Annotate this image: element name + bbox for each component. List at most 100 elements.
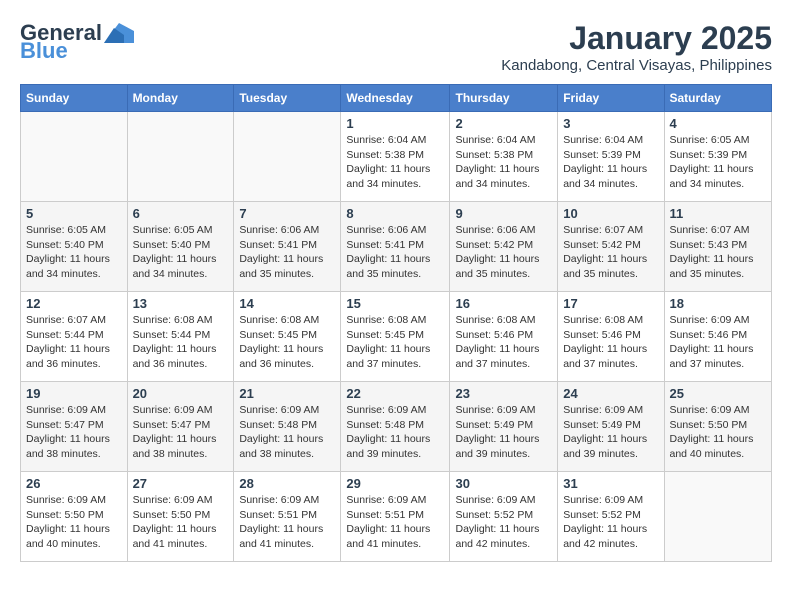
calendar-cell: 29 Sunrise: 6:09 AM Sunset: 5:51 PM Dayli… — [341, 472, 450, 562]
day-info: Sunrise: 6:08 AM Sunset: 5:44 PM Dayligh… — [133, 313, 229, 372]
calendar-week-5: 26 Sunrise: 6:09 AM Sunset: 5:50 PM Dayli… — [21, 472, 772, 562]
calendar-cell — [127, 112, 234, 202]
calendar-cell: 16 Sunrise: 6:08 AM Sunset: 5:46 PM Dayli… — [450, 292, 558, 382]
day-number: 16 — [455, 296, 552, 311]
day-info: Sunrise: 6:09 AM Sunset: 5:51 PM Dayligh… — [346, 493, 444, 552]
day-number: 24 — [563, 386, 658, 401]
day-number: 21 — [239, 386, 335, 401]
calendar-cell: 28 Sunrise: 6:09 AM Sunset: 5:51 PM Dayli… — [234, 472, 341, 562]
calendar-cell: 4 Sunrise: 6:05 AM Sunset: 5:39 PM Daylig… — [664, 112, 772, 202]
day-info: Sunrise: 6:09 AM Sunset: 5:51 PM Dayligh… — [239, 493, 335, 552]
logo-blue-text: Blue — [20, 38, 68, 64]
day-number: 2 — [455, 116, 552, 131]
calendar-cell: 25 Sunrise: 6:09 AM Sunset: 5:50 PM Dayli… — [664, 382, 772, 472]
day-number: 26 — [26, 476, 122, 491]
calendar-week-3: 12Sunrise: 6:07 AM Sunset: 5:44 PM Dayli… — [21, 292, 772, 382]
day-info: Sunrise: 6:09 AM Sunset: 5:48 PM Dayligh… — [346, 403, 444, 462]
day-number: 9 — [455, 206, 552, 221]
day-number: 15 — [346, 296, 444, 311]
calendar-cell: 22 Sunrise: 6:09 AM Sunset: 5:48 PM Dayli… — [341, 382, 450, 472]
day-header-thursday: Thursday — [450, 85, 558, 112]
day-number: 25 — [670, 386, 767, 401]
location-title: Kandabong, Central Visayas, Philippines — [501, 57, 772, 74]
day-number: 31 — [563, 476, 658, 491]
page-header: General Blue January 2025 Kandabong, Cen… — [20, 20, 772, 74]
day-info: Sunrise: 6:04 AM Sunset: 5:38 PM Dayligh… — [346, 133, 444, 192]
calendar-cell — [21, 112, 128, 202]
day-info: Sunrise: 6:05 AM Sunset: 5:40 PM Dayligh… — [133, 223, 229, 282]
day-info: Sunrise: 6:06 AM Sunset: 5:42 PM Dayligh… — [455, 223, 552, 282]
calendar-cell: 30Sunrise: 6:09 AM Sunset: 5:52 PM Dayli… — [450, 472, 558, 562]
day-number: 10 — [563, 206, 658, 221]
day-number: 23 — [455, 386, 552, 401]
day-number: 6 — [133, 206, 229, 221]
day-info: Sunrise: 6:08 AM Sunset: 5:45 PM Dayligh… — [346, 313, 444, 372]
day-number: 13 — [133, 296, 229, 311]
day-info: Sunrise: 6:08 AM Sunset: 5:46 PM Dayligh… — [455, 313, 552, 372]
month-title: January 2025 — [501, 20, 772, 57]
day-number: 1 — [346, 116, 444, 131]
calendar-cell: 11 Sunrise: 6:07 AM Sunset: 5:43 PM Dayli… — [664, 202, 772, 292]
calendar-cell: 18 Sunrise: 6:09 AM Sunset: 5:46 PM Dayli… — [664, 292, 772, 382]
day-number: 17 — [563, 296, 658, 311]
calendar-cell: 12Sunrise: 6:07 AM Sunset: 5:44 PM Dayli… — [21, 292, 128, 382]
day-info: Sunrise: 6:04 AM Sunset: 5:38 PM Dayligh… — [455, 133, 552, 192]
calendar-cell — [664, 472, 772, 562]
day-info: Sunrise: 6:09 AM Sunset: 5:49 PM Dayligh… — [563, 403, 658, 462]
day-info: Sunrise: 6:08 AM Sunset: 5:45 PM Dayligh… — [239, 313, 335, 372]
day-number: 11 — [670, 206, 767, 221]
calendar-cell: 9 Sunrise: 6:06 AM Sunset: 5:42 PM Daylig… — [450, 202, 558, 292]
day-info: Sunrise: 6:09 AM Sunset: 5:47 PM Dayligh… — [133, 403, 229, 462]
title-area: January 2025 Kandabong, Central Visayas,… — [501, 20, 772, 74]
day-number: 20 — [133, 386, 229, 401]
calendar-cell: 20 Sunrise: 6:09 AM Sunset: 5:47 PM Dayli… — [127, 382, 234, 472]
calendar-cell: 15 Sunrise: 6:08 AM Sunset: 5:45 PM Dayli… — [341, 292, 450, 382]
calendar-table: SundayMondayTuesdayWednesdayThursdayFrid… — [20, 84, 772, 562]
day-number: 29 — [346, 476, 444, 491]
day-number: 8 — [346, 206, 444, 221]
calendar-cell: 24 Sunrise: 6:09 AM Sunset: 5:49 PM Dayli… — [558, 382, 664, 472]
day-header-saturday: Saturday — [664, 85, 772, 112]
calendar-cell: 27Sunrise: 6:09 AM Sunset: 5:50 PM Dayli… — [127, 472, 234, 562]
calendar-header-row: SundayMondayTuesdayWednesdayThursdayFrid… — [21, 85, 772, 112]
calendar-cell: 17 Sunrise: 6:08 AM Sunset: 5:46 PM Dayli… — [558, 292, 664, 382]
day-info: Sunrise: 6:09 AM Sunset: 5:50 PM Dayligh… — [670, 403, 767, 462]
calendar-cell: 2 Sunrise: 6:04 AM Sunset: 5:38 PM Daylig… — [450, 112, 558, 202]
day-header-wednesday: Wednesday — [341, 85, 450, 112]
day-info: Sunrise: 6:05 AM Sunset: 5:40 PM Dayligh… — [26, 223, 122, 282]
day-info: Sunrise: 6:09 AM Sunset: 5:46 PM Dayligh… — [670, 313, 767, 372]
calendar-cell — [234, 112, 341, 202]
calendar-cell: 21Sunrise: 6:09 AM Sunset: 5:48 PM Dayli… — [234, 382, 341, 472]
day-header-tuesday: Tuesday — [234, 85, 341, 112]
day-info: Sunrise: 6:09 AM Sunset: 5:47 PM Dayligh… — [26, 403, 122, 462]
logo: General Blue — [20, 20, 134, 64]
day-info: Sunrise: 6:09 AM Sunset: 5:52 PM Dayligh… — [455, 493, 552, 552]
day-number: 27 — [133, 476, 229, 491]
calendar-cell: 7Sunrise: 6:06 AM Sunset: 5:41 PM Daylig… — [234, 202, 341, 292]
calendar-cell: 10 Sunrise: 6:07 AM Sunset: 5:42 PM Dayli… — [558, 202, 664, 292]
calendar-cell: 5Sunrise: 6:05 AM Sunset: 5:40 PM Daylig… — [21, 202, 128, 292]
day-info: Sunrise: 6:09 AM Sunset: 5:49 PM Dayligh… — [455, 403, 552, 462]
day-number: 28 — [239, 476, 335, 491]
calendar-week-4: 19 Sunrise: 6:09 AM Sunset: 5:47 PM Dayli… — [21, 382, 772, 472]
day-info: Sunrise: 6:07 AM Sunset: 5:42 PM Dayligh… — [563, 223, 658, 282]
calendar-cell: 23 Sunrise: 6:09 AM Sunset: 5:49 PM Dayli… — [450, 382, 558, 472]
calendar-cell: 14 Sunrise: 6:08 AM Sunset: 5:45 PM Dayli… — [234, 292, 341, 382]
day-info: Sunrise: 6:06 AM Sunset: 5:41 PM Dayligh… — [346, 223, 444, 282]
day-number: 14 — [239, 296, 335, 311]
day-header-friday: Friday — [558, 85, 664, 112]
day-info: Sunrise: 6:05 AM Sunset: 5:39 PM Dayligh… — [670, 133, 767, 192]
day-number: 4 — [670, 116, 767, 131]
day-number: 18 — [670, 296, 767, 311]
day-info: Sunrise: 6:07 AM Sunset: 5:43 PM Dayligh… — [670, 223, 767, 282]
day-number: 22 — [346, 386, 444, 401]
calendar-cell: 6 Sunrise: 6:05 AM Sunset: 5:40 PM Daylig… — [127, 202, 234, 292]
day-number: 3 — [563, 116, 658, 131]
day-info: Sunrise: 6:04 AM Sunset: 5:39 PM Dayligh… — [563, 133, 658, 192]
day-header-sunday: Sunday — [21, 85, 128, 112]
calendar-cell: 3 Sunrise: 6:04 AM Sunset: 5:39 PM Daylig… — [558, 112, 664, 202]
day-info: Sunrise: 6:08 AM Sunset: 5:46 PM Dayligh… — [563, 313, 658, 372]
day-number: 7 — [239, 206, 335, 221]
day-number: 19 — [26, 386, 122, 401]
day-info: Sunrise: 6:09 AM Sunset: 5:50 PM Dayligh… — [26, 493, 122, 552]
